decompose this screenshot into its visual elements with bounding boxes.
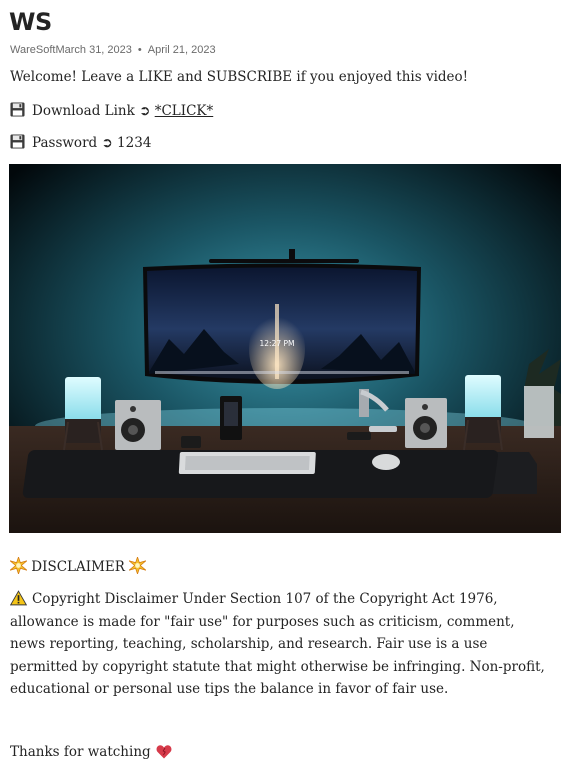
disclaimer-paragraph: Copyright Disclaimer Under Section 107 o… (10, 588, 550, 701)
post-page: WS WareSoftMarch 31, 2023 • April 21, 2023… (0, 0, 571, 771)
sparkle-icon (129, 557, 147, 574)
author-name[interactable]: WareSoft (10, 44, 55, 56)
welcome-text: Welcome! Leave a LIKE and SUBSCRIBE if y… (10, 69, 469, 85)
heart-icon (156, 745, 172, 759)
meta-separator: • (137, 44, 142, 56)
warning-icon (10, 590, 27, 606)
thanks-text: Thanks for watching (10, 744, 151, 760)
published-date: March 31, 2023 (55, 44, 132, 56)
thanks-line: Thanks for watching (10, 744, 172, 760)
disclaimer-title: DISCLAIMER (31, 559, 125, 575)
download-link[interactable]: *CLICK* (155, 103, 214, 119)
password-line: Password ➲ 1234 (10, 134, 151, 151)
updated-date: April 21, 2023 (147, 44, 216, 56)
screen-clock: 12:27 PM (260, 339, 295, 348)
disclaimer-heading: DISCLAIMER (10, 557, 147, 575)
sparkle-icon (10, 557, 27, 574)
download-label: Download Link ➲ (32, 103, 155, 119)
desk-setup-image: 12:27 PM (9, 164, 561, 533)
post-meta: WareSoftMarch 31, 2023 • April 21, 2023 (10, 44, 216, 56)
download-line: Download Link ➲ *CLICK* (10, 102, 213, 119)
password-text: Password ➲ 1234 (32, 135, 152, 151)
floppy-disk-icon (10, 102, 25, 117)
disclaimer-text: Copyright Disclaimer Under Section 107 o… (10, 591, 545, 698)
floppy-disk-icon (10, 134, 25, 149)
post-title: WS (9, 8, 52, 36)
